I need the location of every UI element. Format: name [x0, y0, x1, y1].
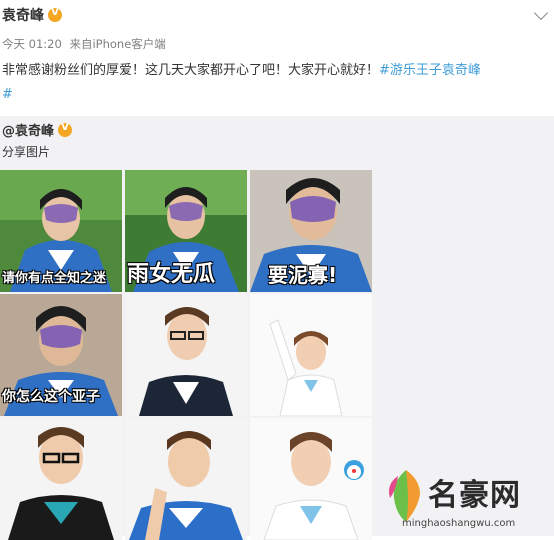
watermark-url: minghaoshangwu.com	[402, 518, 516, 529]
image-thumbnail[interactable]	[250, 294, 372, 416]
image-thumbnail[interactable]: 请你有点全知之迷	[0, 170, 122, 292]
author-name[interactable]: 袁奇峰	[2, 5, 44, 25]
photo-icon	[125, 418, 247, 540]
image-thumbnail[interactable]: 要泥寡!	[250, 170, 372, 292]
hashtag-link[interactable]: #游乐王子袁奇峰	[379, 63, 481, 78]
image-caption: 请你有点全知之迷	[2, 271, 107, 286]
photo-icon	[0, 418, 122, 540]
repost-text: 分享图片	[2, 145, 51, 159]
image-thumbnail[interactable]: 你怎么这个亚子	[0, 294, 122, 416]
post-meta: 今天 01:20 来自iPhone客户端	[2, 36, 170, 52]
post-time[interactable]: 今天 01:20	[2, 37, 62, 51]
verified-badge-icon	[48, 7, 62, 22]
post-text: 非常感谢粉丝们的厚爱！这几天大家都开心了吧！大家开心就好！	[2, 63, 380, 78]
hashtag-link-end[interactable]: #	[2, 87, 13, 102]
image-thumbnail[interactable]	[125, 294, 247, 416]
post-source: iPhone客户端	[92, 37, 166, 51]
image-caption: 你怎么这个亚子	[2, 389, 100, 405]
image-grid: 请你有点全知之迷 雨女无瓜 要泥寡! 你怎么这个亚子	[0, 170, 372, 540]
image-caption: 雨女无瓜	[127, 262, 216, 287]
photo-icon	[250, 294, 372, 416]
source-prefix: 来自	[69, 37, 93, 51]
brand-logo-icon	[389, 470, 420, 522]
post-header: 袁奇峰	[2, 4, 62, 26]
image-thumbnail[interactable]	[125, 418, 247, 540]
verified-badge-icon	[58, 122, 73, 137]
site-watermark: 名豪网 minghaoshangwu.com	[382, 454, 552, 536]
image-caption: 要泥寡!	[268, 263, 338, 287]
photo-icon	[250, 418, 372, 540]
repost-author[interactable]: @袁奇峰	[2, 120, 54, 139]
photo-icon	[125, 294, 247, 416]
repost-header: @袁奇峰	[2, 120, 73, 139]
image-thumbnail[interactable]	[0, 418, 122, 540]
weibo-post: 袁奇峰 今天 01:20 来自iPhone客户端 非常感谢粉丝们的厚爱！这几天大…	[0, 0, 554, 540]
image-thumbnail[interactable]	[250, 418, 372, 540]
post-content: 非常感谢粉丝们的厚爱！这几天大家都开心了吧！大家开心就好！#游乐王子袁奇峰 #	[2, 59, 552, 107]
image-thumbnail[interactable]: 雨女无瓜	[125, 170, 247, 292]
watermark-name: 名豪网	[428, 478, 521, 513]
chevron-down-icon[interactable]	[533, 5, 549, 21]
